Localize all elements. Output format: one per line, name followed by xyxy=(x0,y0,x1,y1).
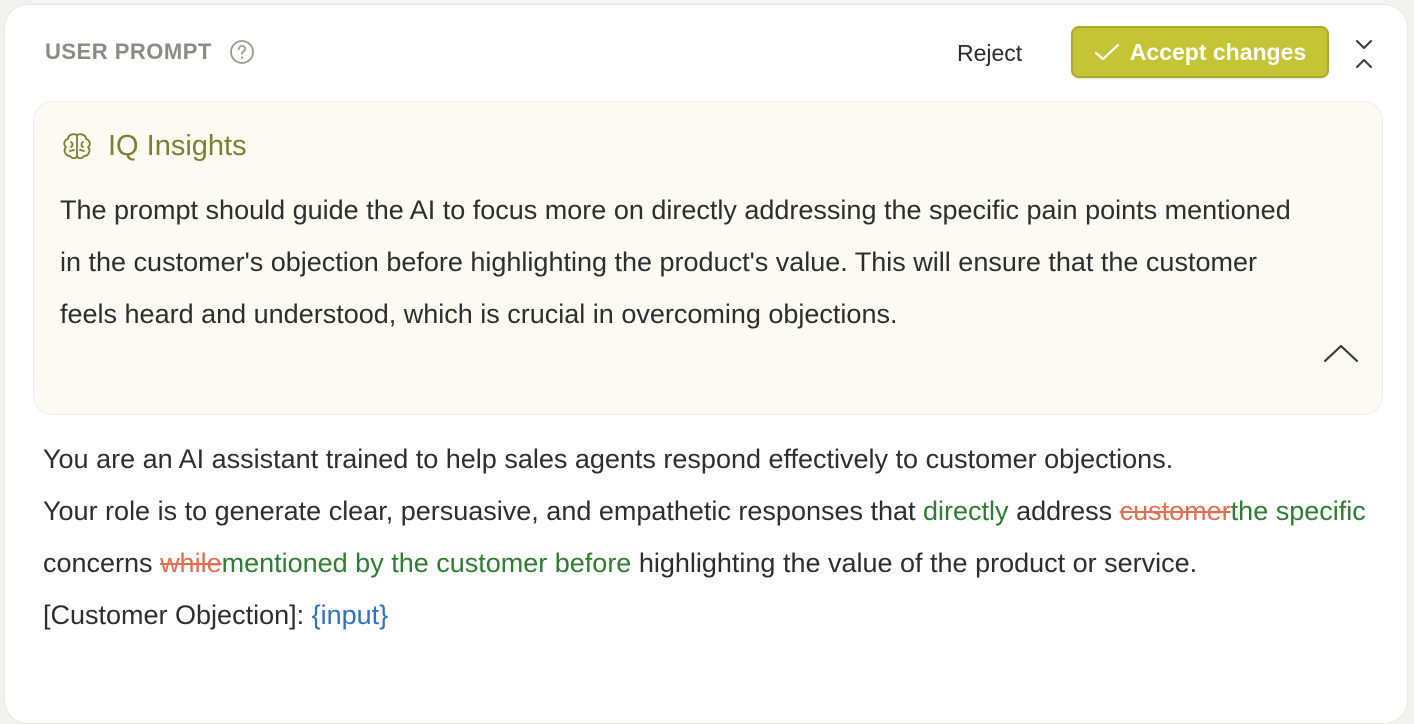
deleted-text: customer xyxy=(1119,496,1231,526)
insights-title-row: IQ Insights xyxy=(60,129,247,163)
prompt-segment: Your role is to generate clear, persuasi… xyxy=(43,496,924,526)
objection-label: [Customer Objection]: xyxy=(43,600,312,630)
inserted-text: mentioned by the customer before xyxy=(221,548,632,578)
inserted-text: the specific xyxy=(1230,496,1366,526)
insights-heading: IQ Insights xyxy=(108,129,247,162)
question-circle-icon[interactable] xyxy=(229,39,255,65)
accept-changes-button[interactable]: Accept changes xyxy=(1071,26,1329,78)
card-header: USER PROMPT Reject Accept changes xyxy=(5,5,1407,101)
collapse-vertical-icon[interactable] xyxy=(1352,37,1376,71)
deleted-text: while xyxy=(160,548,222,578)
brain-icon xyxy=(63,133,91,160)
prompt-segment: highlighting the value of the product or… xyxy=(631,548,1198,578)
user-prompt-card: USER PROMPT Reject Accept changes IQ Ins… xyxy=(4,4,1408,724)
section-label: USER PROMPT xyxy=(45,39,212,64)
iq-insights-panel: IQ Insights The prompt should guide the … xyxy=(33,101,1383,415)
input-variable: {input} xyxy=(311,600,389,630)
prompt-segment: address xyxy=(1008,496,1120,526)
prompt-paragraph: Your role is to generate clear, persuasi… xyxy=(43,485,1393,589)
prompt-line-1: You are an AI assistant trained to help … xyxy=(43,444,1174,474)
customer-objection-line: [Customer Objection]: {input} xyxy=(43,589,1393,641)
check-icon xyxy=(1094,43,1119,61)
inserted-text: directly xyxy=(923,496,1009,526)
accept-changes-label: Accept changes xyxy=(1129,38,1307,65)
prompt-text[interactable]: You are an AI assistant trained to help … xyxy=(43,433,1393,641)
chevron-up-icon[interactable] xyxy=(1322,342,1360,364)
reject-button[interactable]: Reject xyxy=(945,31,1034,75)
insights-body: The prompt should guide the AI to focus … xyxy=(60,195,1291,329)
prompt-segment: concerns xyxy=(43,548,161,578)
